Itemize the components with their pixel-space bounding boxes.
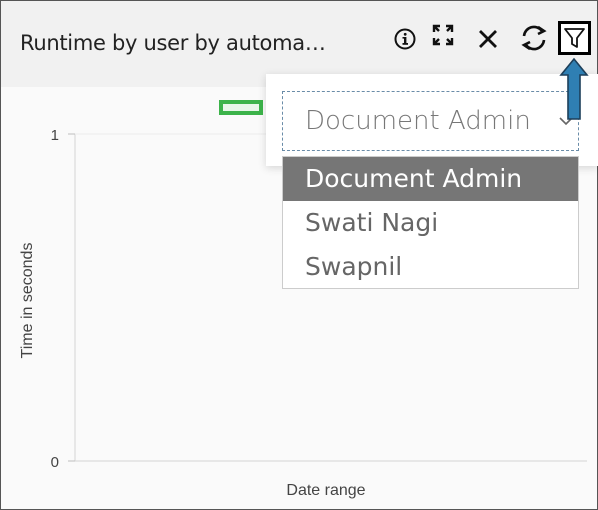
dropdown-option[interactable]: Document Admin <box>283 157 578 201</box>
y-tick-label: 1 <box>51 127 59 144</box>
expand-icon[interactable] <box>432 24 454 46</box>
select-value: Document Admin <box>305 106 531 136</box>
user-filter-dropdown: Document Admin Swati Nagi Swapnil <box>282 156 579 289</box>
dropdown-option[interactable]: Swapnil <box>283 245 578 289</box>
x-axis-label: Date range <box>286 482 365 499</box>
dropdown-option[interactable]: Swati Nagi <box>283 201 578 245</box>
refresh-icon[interactable] <box>519 24 549 52</box>
legend-swatch <box>219 100 263 115</box>
info-icon[interactable] <box>394 28 416 50</box>
y-axis-label: Time in seconds <box>19 243 36 359</box>
widget-title: Runtime by user by automa… <box>20 31 326 55</box>
filter-icon[interactable] <box>558 21 591 55</box>
user-filter-select[interactable]: Document Admin <box>282 91 579 151</box>
close-icon[interactable] <box>478 29 498 49</box>
annotation-arrow-icon <box>559 57 589 126</box>
y-tick-label: 0 <box>51 454 59 471</box>
